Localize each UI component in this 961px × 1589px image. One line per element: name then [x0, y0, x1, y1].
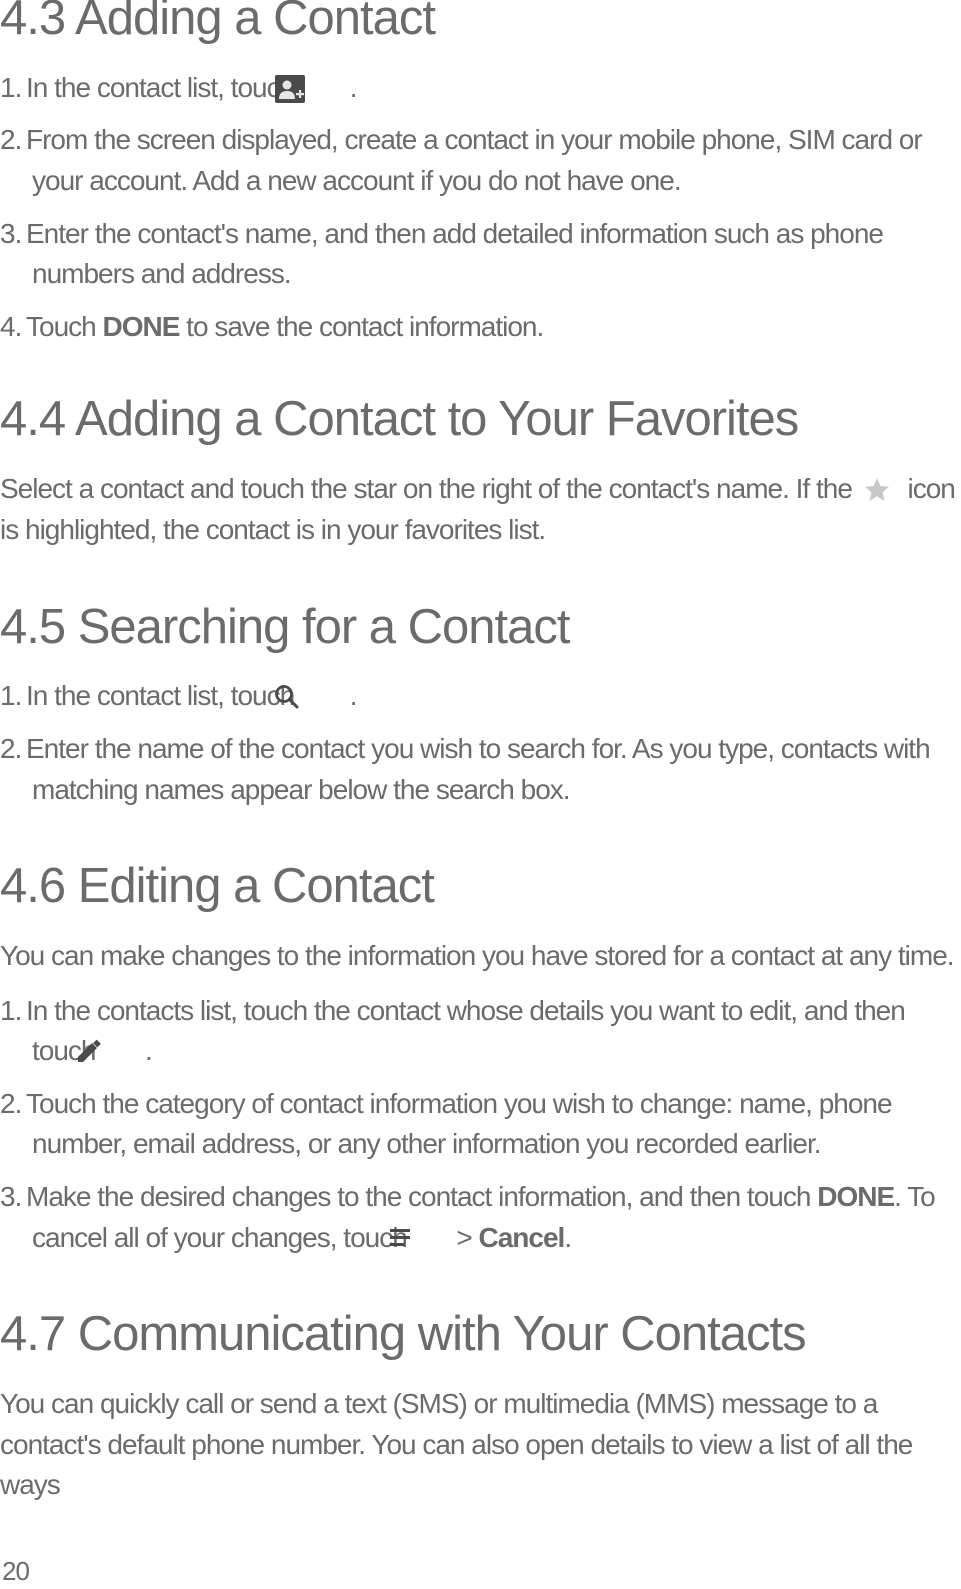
page-number: 20 [2, 1556, 29, 1587]
heading-4-3: 4.3 Adding a Contact [0, 0, 955, 46]
para-4-4: Select a contact and touch the star on t… [0, 469, 955, 550]
intro-4-6: You can make changes to the information … [0, 936, 955, 977]
para-4-7: You can quickly call or send a text (SMS… [0, 1384, 955, 1506]
heading-4-6: 4.6 Editing a Contact [0, 860, 955, 914]
heading-4-5: 4.5 Searching for a Contact [0, 601, 955, 655]
step-4-3-2: 2.From the screen displayed, create a co… [0, 120, 955, 201]
edit-pencil-icon [106, 1037, 134, 1065]
cancel-label: Cancel [479, 1222, 565, 1253]
step-4-3-1: 1.In the contact list, touch . [0, 68, 955, 109]
add-contact-icon [305, 74, 339, 102]
heading-4-7: 4.7 Communicating with Your Contacts [0, 1308, 955, 1362]
search-icon [305, 682, 339, 710]
step-4-5-1: 1.In the contact list, touch . [0, 676, 955, 717]
star-icon [863, 475, 897, 503]
menu-icon [418, 1223, 446, 1251]
done-label: DONE [103, 311, 180, 342]
step-4-6-1: 1.In the contacts list, touch the contac… [0, 991, 955, 1072]
steps-4-3: 1.In the contact list, touch . 2.From th… [0, 68, 955, 348]
step-4-6-3: 3.Make the desired changes to the contac… [0, 1177, 955, 1258]
step-4-3-3: 3.Enter the contact's name, and then add… [0, 214, 955, 295]
step-4-5-2: 2.Enter the name of the contact you wish… [0, 729, 955, 810]
step-4-6-2: 2.Touch the category of contact informat… [0, 1084, 955, 1165]
step-4-3-4: 4.Touch DONE to save the contact informa… [0, 307, 955, 348]
heading-4-4: 4.4 Adding a Contact to Your Favorites [0, 393, 955, 447]
steps-4-5: 1.In the contact list, touch . 2.Enter t… [0, 676, 955, 810]
steps-4-6: 1.In the contacts list, touch the contac… [0, 991, 955, 1259]
done-label: DONE [817, 1181, 894, 1212]
